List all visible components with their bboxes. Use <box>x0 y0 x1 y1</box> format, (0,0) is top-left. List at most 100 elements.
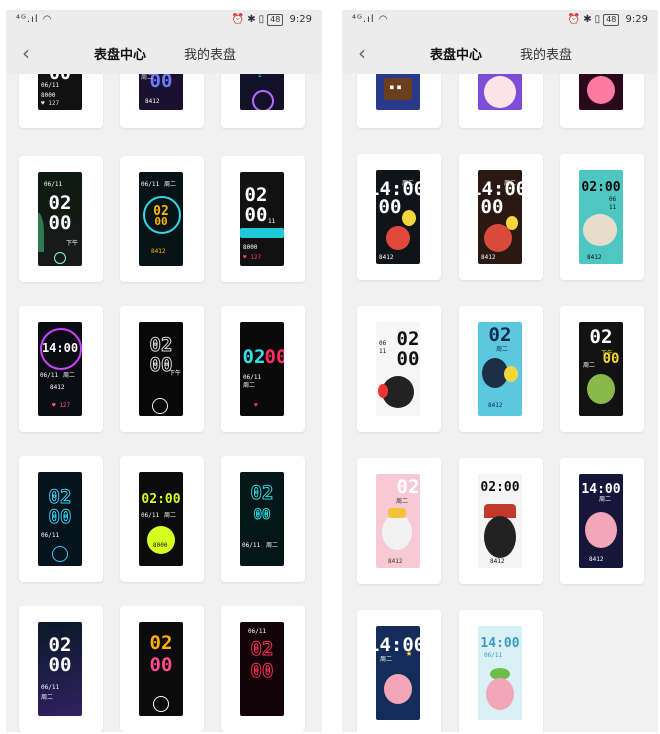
watchface-card[interactable]: 02 00 06/11 周二 ♥ <box>221 306 305 432</box>
watchface-thumbnail: ■ ■ <box>376 74 420 110</box>
watchface-card[interactable]: 14:00 00 周二 8412 <box>357 154 441 280</box>
watchface-thumbnail: ⊥ <box>240 74 284 110</box>
face-date: 06/11 <box>44 181 63 188</box>
status-bar: ⁴ᴳ.ıl ◠ ⏰ ✱ ▯ 48 9:29 <box>342 10 658 32</box>
face-ring <box>252 90 274 110</box>
face-weekday: 周二 <box>141 74 154 81</box>
watchface-thumbnail: 14:00 06/11 周二 8412 ♥ 127 <box>38 322 82 416</box>
vibrate-icon: ▯ <box>258 14 265 25</box>
header: ‹ 表盘中心 我的表盘 <box>6 32 322 74</box>
watchface-card[interactable]: 14:00 06/11 <box>459 610 543 732</box>
watchface-thumbnail: 02 下午 00 周二 <box>579 322 623 416</box>
face-hour: 02 <box>589 326 613 348</box>
face-weekday: 周二 <box>504 180 517 187</box>
watchface-card[interactable]: 14:00 周二 8412 <box>560 458 644 584</box>
tab-watchface-center[interactable]: 表盘中心 <box>430 44 482 63</box>
watchface-card[interactable] <box>560 74 644 128</box>
phone-screen-left: ⁴ᴳ.ıl ◠ ⏰✱▯48 9:29 ‹ 表盘中心 我的表盘 00 06/11 … <box>6 10 322 732</box>
watchface-grid: ■ ■ 14:00 00 周二 8412 1 <box>342 74 658 732</box>
face-weekday: 周二 <box>599 496 612 503</box>
watchface-card[interactable]: 02 00 06/11 <box>19 456 103 582</box>
watchface-card[interactable]: 02:00 06/11 周二 8000 <box>120 456 204 582</box>
tab-my-watchfaces[interactable]: 我的表盘 <box>520 44 572 63</box>
watchface-card[interactable]: 02 周二 8412 <box>357 458 441 584</box>
face-hour: 02 <box>488 324 512 346</box>
watchface-thumbnail: 02 00 06/11 周二 <box>240 472 284 566</box>
watchface-thumbnail: 00 周二 8412 <box>139 74 183 110</box>
face-minute: 00 <box>480 196 504 218</box>
face-heart: ♥ 127 <box>52 402 71 409</box>
face-date: 06 <box>609 196 617 203</box>
face-heart: ♥ <box>254 402 258 409</box>
footprint-icon <box>54 252 66 264</box>
watchface-card[interactable]: ■ ■ <box>357 74 441 128</box>
watchface-thumbnail <box>478 74 522 110</box>
cartoon-pig <box>486 678 514 710</box>
face-steps: 8000 <box>243 244 258 251</box>
watchface-thumbnail: 06/11 周二 02 00 8412 <box>139 172 183 266</box>
watchface-card[interactable]: 02:00 06 11 8412 <box>560 154 644 280</box>
face-date: 06/11 <box>484 652 503 659</box>
face-pm: 下午 <box>169 370 182 377</box>
watchface-card[interactable] <box>459 74 543 128</box>
face-hour: 02 <box>244 184 268 206</box>
face-weekday: 周二 <box>380 656 393 663</box>
face-day: 11 <box>609 204 617 211</box>
back-chevron-icon[interactable]: ‹ <box>16 41 36 65</box>
watchface-thumbnail: 02 00 06 11 <box>376 322 420 416</box>
face-hour: 02 <box>149 334 173 356</box>
cartoon-pig <box>384 674 412 704</box>
watchface-card[interactable]: 02 00 06/11 周二 <box>221 456 305 582</box>
face-weekday: 周二 <box>63 372 76 379</box>
face-date: 06/11 <box>242 542 261 549</box>
back-chevron-icon[interactable]: ‹ <box>352 41 372 65</box>
battery-icon: 48 <box>267 14 284 26</box>
watchface-card[interactable]: 00 周二 8412 <box>120 74 204 128</box>
watchface-thumbnail: 02 00 06/11 周二 ♥ <box>240 322 284 416</box>
watchface-card[interactable]: 02 00 11 8000 ♥ 127 <box>221 156 305 282</box>
status-time: 9:29 <box>625 14 648 25</box>
status-right: ⏰ ✱ ▯ 48 9:29 <box>565 14 648 26</box>
watchface-card[interactable]: 14:00 周二 ★ <box>357 610 441 732</box>
signal-icon: ⁴ᴳ.ıl ◠ <box>16 14 53 25</box>
star-icon: ★ <box>406 648 413 659</box>
face-time: 02:00 <box>581 180 621 195</box>
face-date: 06/11 <box>41 532 60 539</box>
watchface-card[interactable]: 02 00 下午 <box>120 306 204 432</box>
face-weekday: 周二 <box>496 346 509 353</box>
status-right: ⏰ ✱ ▯ 48 9:29 <box>229 14 312 26</box>
face-steps: 8412 <box>587 254 602 261</box>
watchface-card[interactable]: 06/11 02 00 <box>221 606 305 732</box>
watchface-card[interactable]: 06/11 02 00 下午 <box>19 156 103 282</box>
watchface-card[interactable]: 02 00 06 11 <box>357 306 441 432</box>
watchface-card[interactable]: 14:00 00 周二 8412 <box>459 154 543 280</box>
face-hour: 02 <box>250 482 274 504</box>
alarm-icon: ⏰ <box>567 14 581 25</box>
footprint-icon <box>152 398 168 414</box>
watchface-card[interactable]: 02 周二 8412 <box>459 306 543 432</box>
face-weekday: 周二 <box>583 362 596 369</box>
face-weekday: 周二 <box>396 498 409 505</box>
face-hour: 02 <box>250 638 274 660</box>
face-time: 14:00 <box>480 636 520 651</box>
cartoon-character <box>587 76 615 104</box>
cartoon-cat <box>484 516 516 558</box>
tab-watchface-center[interactable]: 表盘中心 <box>94 44 146 63</box>
watchface-card[interactable]: 02:00 8412 <box>459 458 543 584</box>
bluetooth-icon: ✱ <box>247 14 256 25</box>
watchface-card[interactable]: 02 下午 00 周二 <box>560 306 644 432</box>
face-hour: 02 <box>48 634 72 656</box>
watchface-card[interactable]: ⊥ <box>221 74 305 128</box>
face-steps: 8412 <box>50 384 65 391</box>
watchface-thumbnail: 02:00 8412 <box>478 474 522 568</box>
watchface-thumbnail: 02 00 06/11 <box>38 472 82 566</box>
tab-my-watchfaces[interactable]: 我的表盘 <box>184 44 236 63</box>
watchface-thumbnail: 02 00 <box>139 622 183 716</box>
face-pm: 下午 <box>66 240 79 247</box>
watchface-card[interactable]: 06/11 周二 02 00 8412 <box>120 156 204 282</box>
watchface-card[interactable]: 02 00 06/11 周二 <box>19 606 103 732</box>
watchface-card[interactable]: 00 06/11 8000 ♥ 127 <box>19 74 103 128</box>
watchface-card[interactable]: 14:00 06/11 周二 8412 ♥ 127 <box>19 306 103 432</box>
face-weekday: 周二 <box>266 542 279 549</box>
watchface-card[interactable]: 02 00 <box>120 606 204 732</box>
